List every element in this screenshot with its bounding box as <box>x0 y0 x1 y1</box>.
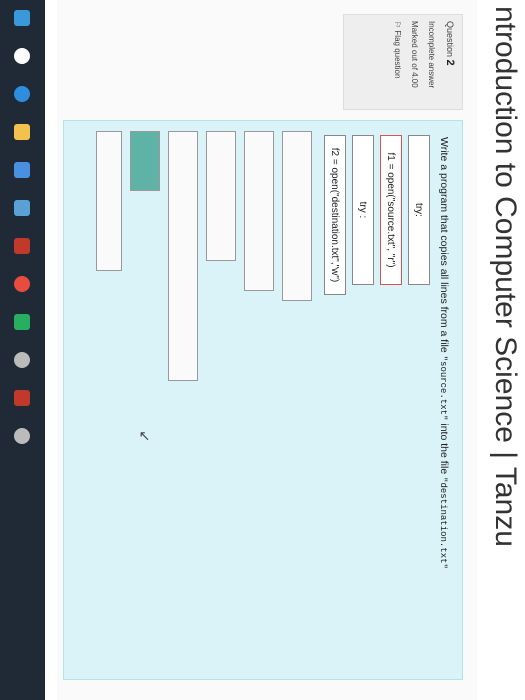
search-icon[interactable] <box>14 48 31 64</box>
media-icon[interactable] <box>14 314 31 330</box>
quiz-content: Question 2 Incomplete answer Marked out … <box>57 0 477 700</box>
flag-icon: ⚐ <box>393 21 402 29</box>
question-number-value: 2 <box>444 59 456 66</box>
mail-icon[interactable] <box>14 200 31 216</box>
answer-slot-open2[interactable]: f2 = open("destination.txt","w") <box>324 135 346 295</box>
source-filename: "source.txt" <box>438 355 448 421</box>
settings2-icon[interactable] <box>14 428 31 444</box>
drop-zone-highlighted[interactable] <box>130 131 160 191</box>
answer-slot-open1[interactable]: f1 = open("source.txt", "r") <box>380 135 402 285</box>
drop-zone[interactable] <box>282 131 312 301</box>
answer-slot-try1[interactable]: try: <box>408 135 430 285</box>
windows-icon[interactable] <box>14 10 31 26</box>
pdf-icon[interactable] <box>14 390 31 406</box>
destination-filename: "destination.txt" <box>438 477 448 569</box>
mouse-cursor-icon: ↖ <box>138 427 151 444</box>
explorer-icon[interactable] <box>14 124 31 140</box>
answer-slot-try2[interactable]: try : <box>352 135 374 285</box>
question-text-middle: into the file <box>438 420 450 478</box>
drop-zone[interactable] <box>96 131 122 271</box>
question-marks: Marked out of 4.00 <box>410 21 419 88</box>
drop-zone[interactable] <box>206 131 236 261</box>
page-title: ntroduction to Computer Science | Tanzu <box>485 0 525 700</box>
question-text-before: Write a program that copies all lines fr… <box>438 137 450 356</box>
question-status: Incomplete answer <box>427 21 436 89</box>
question-label: Question <box>445 21 455 58</box>
drop-zone[interactable] <box>168 131 198 381</box>
photos-icon[interactable] <box>14 238 31 254</box>
rotated-screen: ntroduction to Computer Science | Tanzu … <box>0 0 525 700</box>
question-info: Question 2 Incomplete answer Marked out … <box>343 14 463 110</box>
flag-question-link[interactable]: ⚐ Flag question <box>393 21 402 103</box>
drop-zone[interactable] <box>244 131 274 291</box>
edge-icon[interactable] <box>14 86 31 102</box>
chrome-icon[interactable] <box>14 276 31 292</box>
question-formulation: Write a program that copies all lines fr… <box>63 120 463 680</box>
store-icon[interactable] <box>14 162 31 178</box>
question-number: Question 2 <box>444 21 456 103</box>
settings-icon[interactable] <box>14 352 31 368</box>
flag-label: Flag question <box>393 30 402 79</box>
taskbar <box>0 0 45 700</box>
question-text: Write a program that copies all lines fr… <box>438 137 450 569</box>
